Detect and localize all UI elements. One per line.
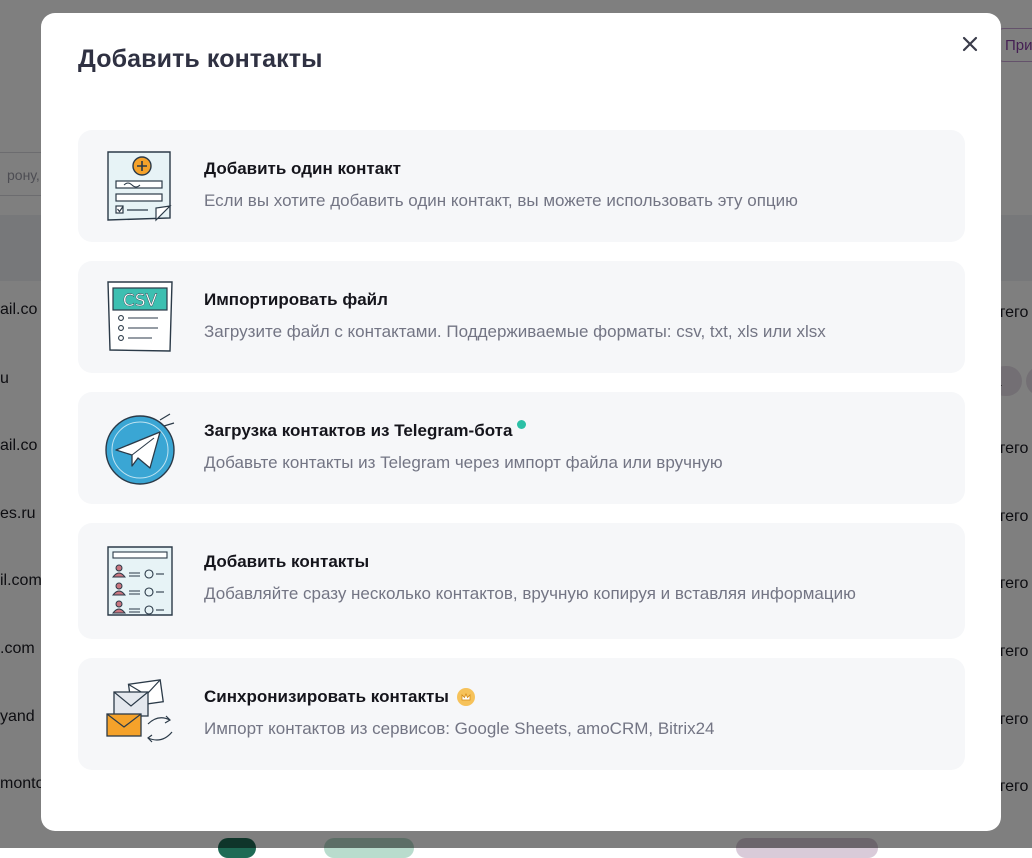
envelopes-sync-icon (104, 676, 176, 752)
option-description: Импорт контактов из сервисов: Google She… (204, 719, 715, 738)
option-title: Синхронизировать контакты (204, 686, 925, 708)
csv-label: CSV (123, 291, 158, 311)
option-title: Добавить один контакт (204, 159, 402, 178)
contact-list-icon (104, 543, 176, 619)
new-indicator-dot (517, 419, 527, 429)
premium-crown-icon (456, 688, 475, 706)
option-add-single-contact[interactable]: Добавить один контакт Если вы хотите доб… (78, 130, 965, 242)
close-icon (962, 36, 978, 52)
contact-form-icon (104, 148, 176, 224)
option-import-file[interactable]: CSV Импортировать файл Загрузите файл с … (78, 261, 965, 373)
option-description: Добавьте контакты из Telegram через импо… (204, 453, 723, 472)
csv-file-icon: CSV (104, 279, 176, 355)
modal-title: Добавить контакты (78, 45, 323, 73)
add-contacts-modal: Добавить контакты Добавить один контакт … (41, 13, 1001, 831)
option-title: Импортировать файл (204, 290, 388, 309)
option-description: Загрузите файл с контактами. Поддерживае… (204, 322, 826, 341)
option-title: Добавить контакты (204, 552, 370, 571)
options-list: Добавить один контакт Если вы хотите доб… (78, 130, 965, 789)
telegram-icon (104, 410, 176, 486)
option-add-multiple-contacts[interactable]: Добавить контакты Добавляйте сразу неско… (78, 523, 965, 639)
option-sync-contacts[interactable]: Синхронизировать контакты Импорт контакт… (78, 658, 965, 770)
option-title: Загрузка контактов из Telegram-бота (204, 419, 925, 442)
option-telegram-bot[interactable]: Загрузка контактов из Telegram-бота Доба… (78, 392, 965, 504)
option-description: Добавляйте сразу несколько контактов, вр… (204, 584, 856, 603)
close-button[interactable] (955, 29, 985, 59)
option-description: Если вы хотите добавить один контакт, вы… (204, 191, 798, 210)
